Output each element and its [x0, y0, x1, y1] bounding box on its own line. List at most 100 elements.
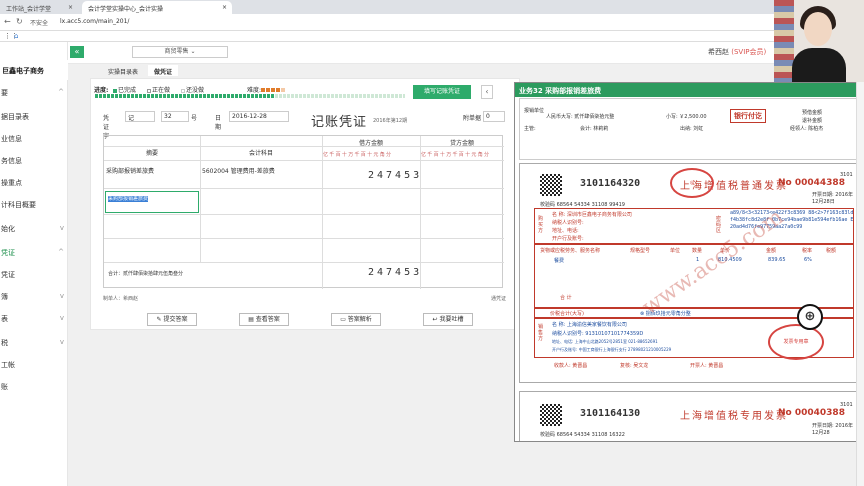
row-debit[interactable]: 247453: [368, 170, 422, 181]
buyer-bank-label: 开户行及账号:: [552, 236, 584, 242]
close-icon[interactable]: ×: [222, 4, 227, 11]
collapse-sidebar-button[interactable]: «: [70, 46, 84, 58]
chevron-icon: v: [59, 224, 64, 232]
refresh-icon[interactable]: ↻: [16, 17, 23, 26]
page-scrollbar[interactable]: [856, 82, 864, 486]
invoice-2: 3101164130 上海增值税专用发票 No 00040388 3101 开票…: [519, 391, 857, 441]
invoice-number-value: 00040388: [794, 408, 845, 418]
prev-button[interactable]: ‹: [481, 85, 493, 99]
cipher-label: 密码区: [716, 216, 722, 234]
sidebar-item-label: 凭证: [1, 271, 15, 279]
difficulty-star: [261, 88, 266, 92]
sidebar-item-label: 据目录表: [1, 113, 29, 121]
view-answer-label: 查看答案: [255, 316, 280, 323]
source-document-panel[interactable]: 业务32 采购部报销差旅费 报销单位 人民币大写: 贰仟肆佰柒拾元整 小写: ￥…: [514, 82, 860, 442]
address-bar: ← ↻ 不安全 lx.acc5.com/main_201/: [0, 14, 864, 31]
sidebar-item[interactable]: 账: [0, 382, 68, 392]
sidebar-item[interactable]: 凭证: [0, 270, 68, 280]
sidebar-item[interactable]: 簿v: [0, 292, 68, 302]
header-summary: 摘要: [145, 150, 158, 157]
legend-done: 已完成: [113, 85, 136, 94]
answer-analysis-button[interactable]: ▭ 答案解析: [331, 313, 381, 326]
sidebar-item[interactable]: 业信息: [0, 134, 68, 144]
item-header: 货物或应税劳务、服务名称: [540, 248, 601, 254]
difficulty-star: [276, 88, 281, 92]
sidebar-item-label: 务信息: [1, 157, 22, 165]
tab-make-voucher[interactable]: 做凭证: [148, 65, 179, 76]
sidebar-item-label: 始化: [1, 225, 15, 233]
row-summary[interactable]: 采购部报销差旅费: [106, 166, 154, 175]
close-icon[interactable]: ×: [68, 4, 73, 11]
sidebar-item-label: 税: [1, 339, 8, 347]
chevron-icon: ^: [58, 88, 64, 96]
chevron-icon: ^: [58, 248, 64, 256]
sidebar-item[interactable]: 表v: [0, 314, 68, 324]
submit-answer-button[interactable]: ✎ 提交答案: [147, 313, 197, 326]
fill-voucher-button[interactable]: 填写记账凭证: [413, 85, 471, 99]
summary-cell-editing[interactable]: 采购部报销差旅费: [105, 191, 199, 213]
difficulty-label: 难度:: [247, 87, 262, 94]
presenter-body: [792, 48, 846, 82]
legend-not-done-label: 还没做: [186, 87, 205, 94]
sidebar-item-label: 操重点: [1, 179, 22, 187]
browser-tab-bar: 工作站_会计学堂 × 会计学堂实操中心_会计实操 ×: [0, 0, 864, 14]
sidebar-item[interactable]: 务信息: [0, 156, 68, 166]
security-warning[interactable]: 不安全: [30, 18, 48, 27]
invoice-number: No 00044388: [778, 178, 845, 188]
side-code: 3101: [840, 402, 853, 408]
buyer-tax-label: 纳税人识别号:: [552, 220, 584, 226]
item-rate: 6%: [804, 257, 812, 263]
difficulty-star: [281, 88, 286, 92]
webcam-overlay: [774, 0, 864, 82]
sidebar-item[interactable]: 工帐: [0, 360, 68, 370]
unit-header: 单位: [670, 248, 681, 254]
tab-title: 工作站_会计学堂: [6, 6, 52, 13]
browser-tab[interactable]: 工作站_会计学堂 ×: [0, 1, 78, 14]
feedback-button[interactable]: ↩ 我要吐槽: [423, 313, 473, 326]
view-answer-button[interactable]: ▤ 查看答案: [239, 313, 289, 326]
url-text[interactable]: lx.acc5.com/main_201/: [60, 18, 129, 25]
industry-select[interactable]: 商贸零售 ⌄: [132, 46, 228, 58]
sidebar-item[interactable]: 要 ^: [0, 88, 68, 98]
sidebar-item-label: 凭证: [1, 249, 15, 257]
buyer-name-label: 名 称: 深圳市巨鑫电子商务有限公司: [552, 211, 632, 218]
back-icon[interactable]: ←: [4, 17, 11, 26]
sidebar-item-label: 业信息: [1, 135, 22, 143]
seller-bank: 开户行及账号: 中国工商银行上海银行支行 27898021210005229: [552, 347, 672, 352]
tab-catalog[interactable]: 实操目录表: [102, 65, 144, 76]
sidebar-item-label: 计科目概要: [1, 201, 36, 209]
sidebar-item[interactable]: 始化 v: [0, 224, 68, 234]
grid-line: [104, 262, 504, 263]
debit-digit-header: 亿千百十万千百十元角分: [323, 152, 393, 158]
sidebar-item[interactable]: 凭证 ^: [0, 248, 68, 258]
attach-input[interactable]: 0: [483, 111, 505, 122]
sidebar-item[interactable]: 操重点: [0, 178, 68, 188]
browser-tab-active[interactable]: 会计学堂实操中心_会计实操 ×: [82, 1, 232, 14]
in-progress-swatch: [147, 88, 151, 93]
answer-analysis-label: 答案解析: [347, 316, 372, 323]
home-icon[interactable]: ⌂: [14, 32, 18, 40]
check-code: 校验码 68564 54334 31108 99419: [540, 202, 625, 208]
difficulty-star: [266, 88, 271, 92]
voucher-word-select[interactable]: 记: [125, 111, 155, 122]
seller-tax: 纳税人识别号: 91310107101774359D: [552, 331, 644, 337]
voucher-title: 记账凭证: [311, 115, 368, 130]
advance-amount: 预借金额: [802, 110, 823, 116]
sidebar-item[interactable]: 计科目概要: [0, 200, 68, 210]
sidebar-item-label: 要: [1, 89, 8, 97]
user-name: 希西赵: [708, 48, 729, 56]
accountant: 会计: 林莉莉: [580, 126, 609, 132]
sidebar-item[interactable]: 税v: [0, 338, 68, 348]
date-input[interactable]: 2016-12-28: [229, 111, 289, 122]
amount-header: 金额: [766, 248, 777, 254]
company-name: 巨鑫电子商务: [0, 60, 68, 80]
user-info[interactable]: 希西赵 (SVIP会员): [708, 47, 766, 57]
zoom-in-icon[interactable]: ⊕: [797, 304, 823, 330]
voucher-number-input[interactable]: 32: [161, 111, 189, 122]
row-account[interactable]: 5602004 管理费用-差旅费: [202, 166, 275, 175]
voucher-panel: 进度: 已完成 正在做 还没做 难度: 填写记账凭证 ‹ 凭证字 记 32 号 …: [90, 78, 520, 330]
rate-header: 税率: [802, 248, 813, 254]
refund-amount: 退补金额: [802, 118, 823, 124]
sidebar-item-label: 账: [1, 383, 8, 391]
sidebar-item[interactable]: 据目录表: [0, 112, 68, 122]
